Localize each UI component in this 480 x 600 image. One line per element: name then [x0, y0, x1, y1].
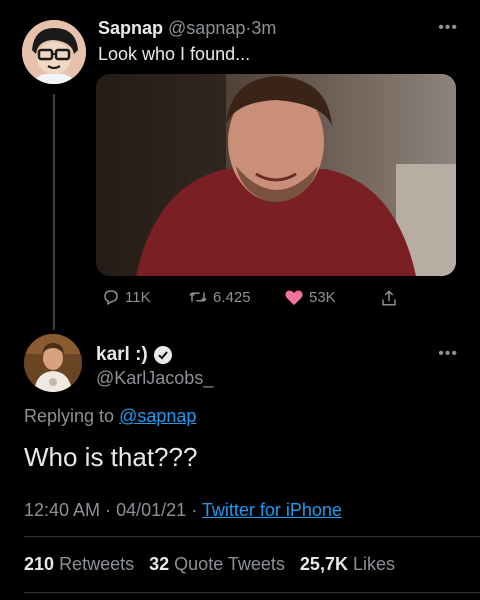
author-name[interactable]: Sapnap: [98, 18, 163, 38]
retweets-label: Retweets: [59, 554, 135, 574]
reply-time[interactable]: 12:40 AM: [24, 500, 100, 520]
like-count: 53K: [309, 288, 336, 306]
reply-icon: [104, 290, 118, 306]
retweets-stat[interactable]: 210 Retweets: [24, 554, 134, 574]
share-icon: [382, 290, 396, 306]
reply-text: Who is that???: [24, 442, 198, 472]
replying-to: Replying to @sapnap: [24, 406, 196, 427]
tweet-media[interactable]: [96, 74, 456, 276]
ts-sep-1: ·: [105, 500, 112, 520]
avatar-karl[interactable]: [24, 334, 82, 392]
heart-icon: [285, 290, 303, 306]
reply-author[interactable]: karl :): [96, 344, 172, 366]
tweet-text: Look who I found...: [98, 44, 251, 64]
retweet-action[interactable]: 6.425: [188, 288, 251, 306]
mention-link[interactable]: @sapnap: [119, 406, 196, 426]
replying-prefix: Replying to: [24, 406, 115, 426]
like-action[interactable]: 53K: [284, 288, 336, 306]
quotes-stat[interactable]: 32 Quote Tweets: [149, 554, 285, 574]
thread-line: [53, 94, 55, 330]
reply-author-name: karl :): [96, 344, 148, 365]
more-icon-reply[interactable]: •••: [438, 346, 458, 362]
tweet-header: Sapnap @sapnap·3m: [98, 18, 276, 39]
quotes-count: 32: [149, 554, 170, 574]
likes-count: 25,7K: [299, 554, 348, 574]
share-action[interactable]: [380, 288, 398, 308]
likes-stat[interactable]: 25,7K Likes: [300, 554, 395, 574]
reply-date[interactable]: 04/01/21: [116, 500, 186, 520]
avatar-karl-art: [24, 334, 82, 392]
source-link[interactable]: Twitter for iPhone: [202, 500, 342, 520]
timestamp: 12:40 AM · 04/01/21 · Twitter for iPhone: [24, 500, 342, 521]
retweet-icon: [189, 292, 207, 302]
avatar-sapnap-art: [22, 20, 86, 84]
verified-icon: [153, 346, 172, 364]
retweet-count: 6.425: [213, 288, 251, 306]
engagement-stats: 210 Retweets 32 Quote Tweets 25,7K Likes: [24, 554, 405, 575]
tweet-actions: 11K 6.425 53K: [96, 288, 416, 310]
more-icon[interactable]: •••: [438, 20, 458, 36]
quotes-label: Quote Tweets: [174, 554, 285, 574]
reply-count: 11K: [125, 288, 151, 306]
divider: [24, 536, 480, 537]
ts-sep-2: ·: [191, 500, 198, 520]
reply-action[interactable]: 11K: [102, 288, 151, 306]
divider-bottom: [24, 592, 480, 593]
likes-label: Likes: [352, 554, 396, 574]
time-ago[interactable]: 3m: [251, 18, 276, 38]
author-handle[interactable]: @sapnap: [168, 18, 245, 38]
tweet-photo: [96, 74, 456, 276]
avatar-sapnap[interactable]: [22, 20, 86, 84]
reply-handle[interactable]: @KarlJacobs_: [96, 368, 213, 389]
retweets-count: 210: [24, 554, 55, 574]
